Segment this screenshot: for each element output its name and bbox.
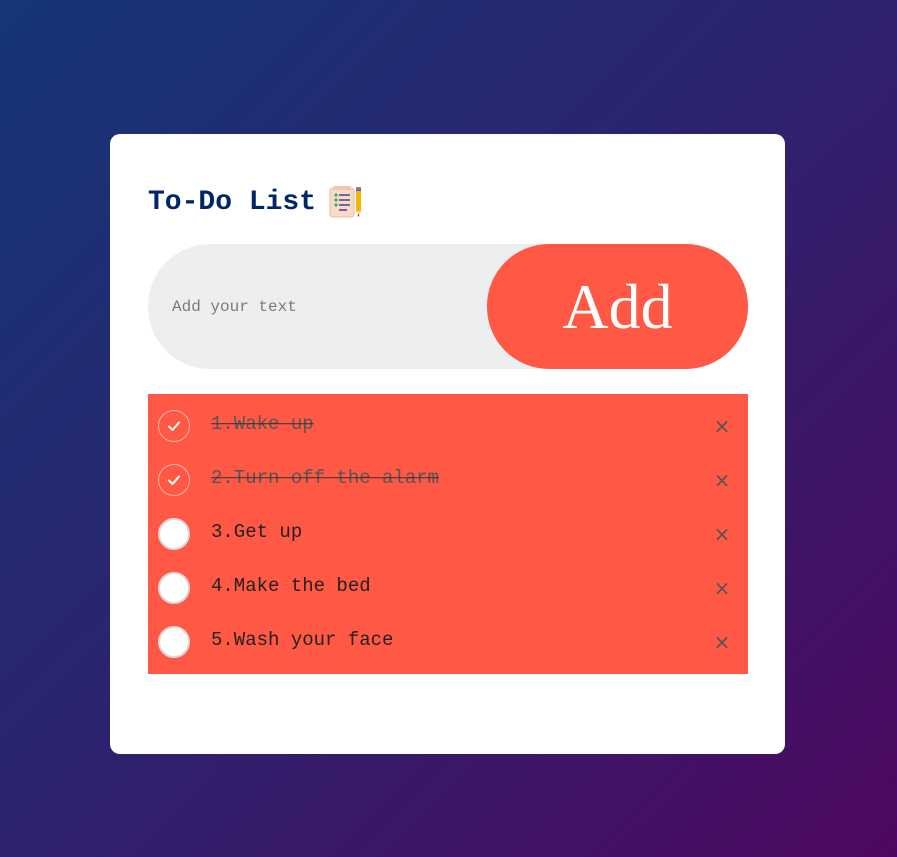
app-title: To-Do List (148, 186, 317, 218)
task-text[interactable]: 2.Turn off the alarm (211, 467, 439, 489)
app-header: To-Do List (148, 182, 747, 222)
task-list: 1.Wake up × 2.Turn off the alarm × 3.Get… (148, 394, 748, 674)
close-icon[interactable]: × (710, 576, 734, 600)
task-text[interactable]: 1.Wake up (211, 413, 314, 435)
close-icon[interactable]: × (710, 522, 734, 546)
add-button[interactable]: Add (487, 244, 748, 369)
unchecked-circle-icon[interactable] (158, 626, 190, 658)
list-item[interactable]: 3.Get up × (148, 507, 748, 561)
close-icon[interactable]: × (710, 414, 734, 438)
task-text[interactable]: 4.Make the bed (211, 575, 371, 597)
notepad-icon (328, 185, 364, 219)
unchecked-circle-icon[interactable] (158, 572, 190, 604)
checked-circle-icon[interactable] (158, 464, 190, 496)
task-input-row: Add (148, 243, 748, 370)
checked-circle-icon[interactable] (158, 410, 190, 442)
task-input[interactable] (148, 243, 487, 370)
unchecked-circle-icon[interactable] (158, 518, 190, 550)
close-icon[interactable]: × (710, 630, 734, 654)
list-item[interactable]: 4.Make the bed × (148, 561, 748, 615)
task-text[interactable]: 5.Wash your face (211, 629, 393, 651)
close-icon[interactable]: × (710, 468, 734, 492)
todo-app-card: To-Do List Add your text Add 1.Wake up ×… (110, 134, 785, 754)
task-text[interactable]: 3.Get up (211, 521, 302, 543)
list-item[interactable]: 5.Wash your face × (148, 615, 748, 669)
list-item[interactable]: 2.Turn off the alarm × (148, 453, 748, 507)
list-item[interactable]: 1.Wake up × (148, 399, 748, 453)
